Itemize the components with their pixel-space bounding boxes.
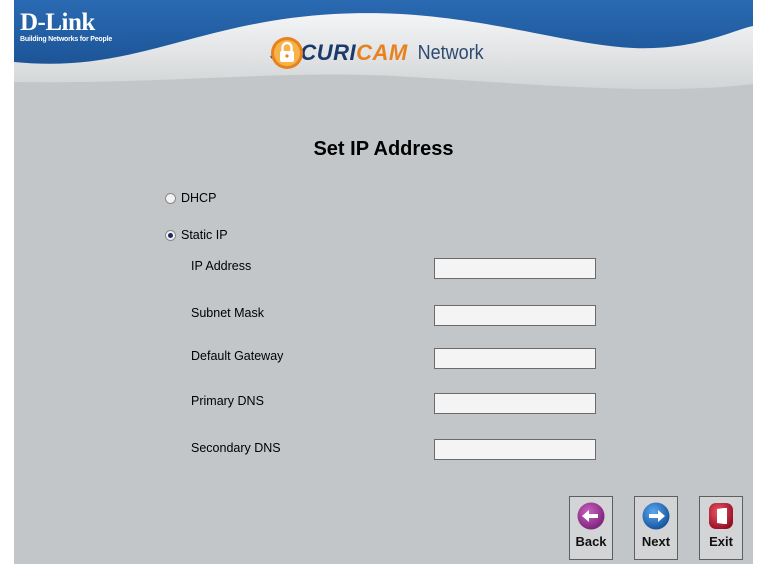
primary-dns-input[interactable] xyxy=(434,393,596,414)
dlink-logo: D-Link Building Networks for People xyxy=(20,10,112,44)
primary-dns-label: Primary DNS xyxy=(191,394,264,408)
dhcp-radio-label: DHCP xyxy=(181,191,217,205)
dhcp-radio-button[interactable] xyxy=(165,192,176,204)
ip-address-input[interactable] xyxy=(434,258,596,279)
subnet-mask-input[interactable] xyxy=(434,305,596,326)
exit-door-icon xyxy=(709,503,733,529)
back-button[interactable]: Back xyxy=(569,496,613,560)
subnet-mask-label: Subnet Mask xyxy=(191,306,264,320)
setup-wizard-window: D-Link Building Networks for People SECU… xyxy=(14,0,753,564)
static-ip-radio-option[interactable]: Static IP xyxy=(165,228,228,242)
next-button-label: Next xyxy=(641,534,671,549)
lock-icon xyxy=(271,37,303,69)
default-gateway-label: Default Gateway xyxy=(191,349,284,363)
exit-button[interactable]: Exit xyxy=(699,496,743,560)
dlink-tagline: Building Networks for People xyxy=(20,36,113,43)
next-button[interactable]: Next xyxy=(634,496,678,560)
page-title: Set IP Address xyxy=(313,138,454,160)
back-arrow-icon xyxy=(577,502,605,530)
static-ip-radio-button[interactable] xyxy=(165,229,176,241)
brand-cam-text: CAM xyxy=(356,40,408,65)
next-arrow-icon xyxy=(642,502,670,530)
secondary-dns-label: Secondary DNS xyxy=(191,441,281,455)
header-banner: D-Link Building Networks for People SECU… xyxy=(14,0,753,95)
secondary-dns-input[interactable] xyxy=(434,439,596,460)
static-ip-radio-label: Static IP xyxy=(181,228,228,242)
exit-button-label: Exit xyxy=(709,534,733,549)
back-button-label: Back xyxy=(575,534,607,549)
dhcp-radio-option[interactable]: DHCP xyxy=(165,191,216,205)
securicam-logo: SECURICAM Network xyxy=(270,36,487,70)
default-gateway-input[interactable] xyxy=(434,348,596,369)
brand-network-text: Network xyxy=(417,41,484,64)
ip-address-label: IP Address xyxy=(191,259,252,273)
dlink-brand-name: D-Link xyxy=(20,9,95,36)
